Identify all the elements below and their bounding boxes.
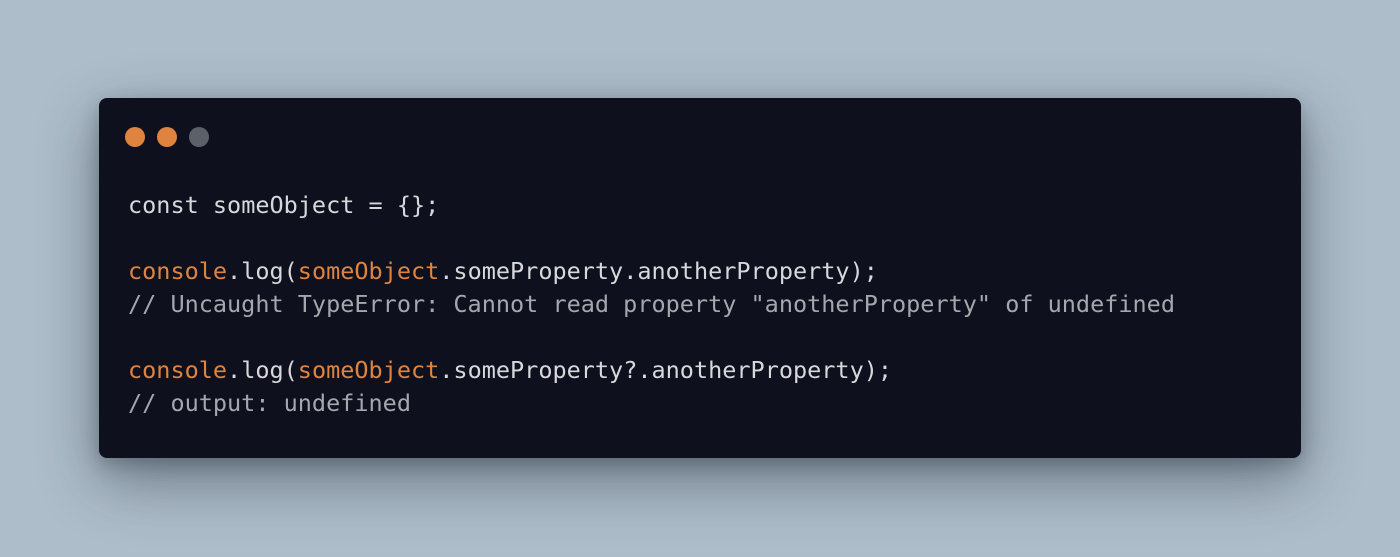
maximize-dot-icon [189, 127, 209, 147]
code-token: .someProperty.anotherProperty); [439, 257, 878, 285]
window-controls [125, 127, 209, 147]
code-token: .log( [227, 356, 298, 384]
close-dot-icon [125, 127, 145, 147]
code-token: .someProperty?.anotherProperty); [439, 356, 893, 384]
code-line-comment: // output: undefined [128, 387, 1175, 420]
code-token-identifier: console [128, 356, 228, 384]
code-line-comment: // Uncaught TypeError: Cannot read prope… [128, 288, 1175, 321]
code-token-comment: // Uncaught TypeError: Cannot read prope… [128, 290, 1175, 318]
minimize-dot-icon [157, 127, 177, 147]
code-token-identifier: someObject [297, 257, 440, 285]
code-block: const someObject = {}; console.log(someOb… [128, 189, 1175, 420]
code-token-comment: // output: undefined [128, 389, 411, 417]
code-line: console.log(someObject.someProperty.anot… [128, 255, 1175, 288]
code-token: .log( [227, 257, 298, 285]
code-line: console.log(someObject.someProperty?.ano… [128, 354, 1175, 387]
code-token: someObject = {}; [198, 191, 440, 219]
code-window: const someObject = {}; console.log(someOb… [99, 98, 1301, 458]
code-token-keyword: const [128, 191, 199, 219]
code-token-identifier: someObject [297, 356, 440, 384]
code-line: const someObject = {}; [128, 189, 1175, 222]
code-token-identifier: console [128, 257, 228, 285]
